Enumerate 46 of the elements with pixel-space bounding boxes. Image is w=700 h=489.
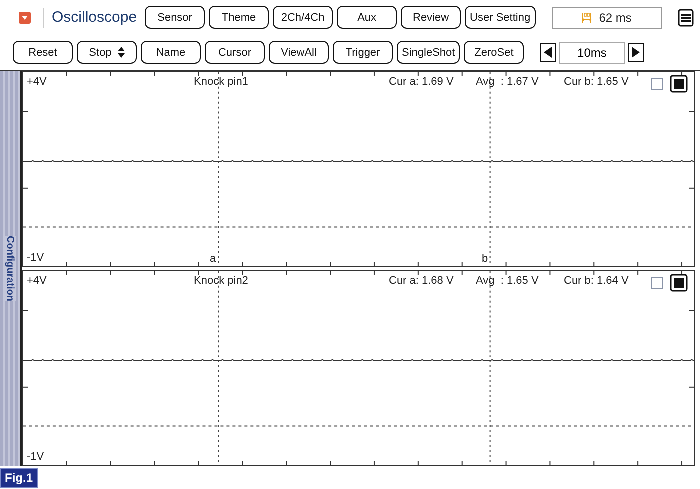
average-reading: Avg : 1.65 V bbox=[476, 275, 539, 287]
cursor-label: a bbox=[210, 253, 216, 265]
dropdown-icon[interactable] bbox=[19, 12, 31, 24]
channel-checkbox[interactable] bbox=[651, 78, 663, 90]
next-button[interactable] bbox=[628, 43, 644, 62]
channel-name: Knock pin1 bbox=[194, 76, 248, 88]
menu-button[interactable]: Aux bbox=[337, 6, 398, 29]
time-reading: 62 ms bbox=[552, 6, 662, 28]
menu-button[interactable]: Theme bbox=[209, 6, 270, 29]
toolbar-button[interactable]: SingleShot bbox=[397, 41, 460, 64]
toolbar-button[interactable]: ViewAll bbox=[269, 41, 329, 64]
side-tab-label: Configuration bbox=[4, 236, 16, 302]
window-title: Oscilloscope bbox=[43, 8, 138, 28]
channel-name: Knock pin2 bbox=[194, 275, 248, 287]
average-reading: Avg : 1.67 V bbox=[476, 76, 539, 88]
menu-button[interactable]: Sensor bbox=[145, 6, 206, 29]
up-down-icon bbox=[118, 47, 125, 58]
menu-button[interactable]: 2Ch/4Ch bbox=[273, 6, 334, 29]
cursor-b-reading: Cur b: 1.64 V bbox=[564, 275, 629, 287]
previous-button[interactable] bbox=[540, 43, 556, 62]
left-triangle-icon bbox=[544, 47, 552, 58]
maximize-icon[interactable] bbox=[670, 75, 688, 93]
select-button[interactable]: Stop bbox=[77, 41, 137, 64]
cursor-a-reading: Cur a: 1.68 V bbox=[389, 275, 454, 287]
toolbar-button[interactable]: Reset bbox=[13, 41, 73, 64]
axis-label: -1V bbox=[27, 252, 44, 264]
toolbar-button[interactable]: Name bbox=[141, 41, 201, 64]
menu-button[interactable]: User Setting bbox=[465, 6, 536, 29]
menu-button[interactable]: Review bbox=[401, 6, 462, 29]
timebase-field[interactable]: 10ms bbox=[559, 42, 626, 64]
toolbar-button[interactable]: Trigger bbox=[333, 41, 393, 64]
side-tab[interactable]: Configuration bbox=[0, 71, 22, 466]
maximize-icon[interactable] bbox=[670, 274, 688, 292]
toolbar-button[interactable]: ZeroSet bbox=[464, 41, 524, 64]
toolbar-button[interactable]: Cursor bbox=[205, 41, 265, 64]
menu-icon[interactable] bbox=[678, 8, 694, 26]
cursor-label: b bbox=[482, 253, 488, 265]
right-triangle-icon bbox=[632, 47, 640, 58]
time-span-icon bbox=[581, 12, 594, 24]
axis-label: +4V bbox=[27, 275, 47, 287]
cursor-a-reading: Cur a: 1.69 V bbox=[389, 76, 454, 88]
axis-label: +4V bbox=[27, 76, 47, 88]
channel-checkbox[interactable] bbox=[651, 277, 663, 289]
cursor-b-reading: Cur b: 1.65 V bbox=[564, 76, 629, 88]
axis-label: -1V bbox=[27, 451, 44, 463]
figure-label: Fig.1 bbox=[0, 468, 38, 488]
